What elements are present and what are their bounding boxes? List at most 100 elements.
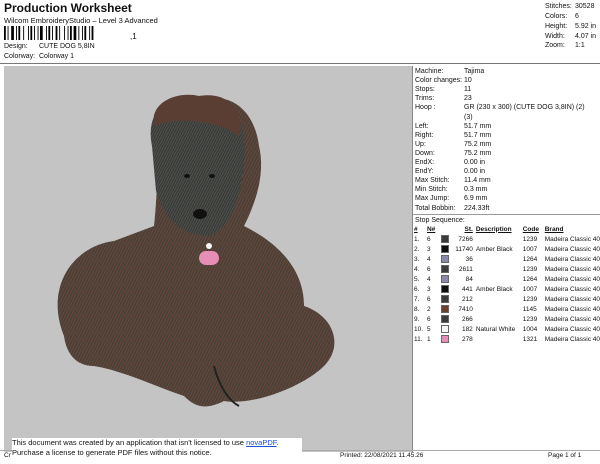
stop-sequence-heading: Stop Sequence:: [415, 217, 465, 224]
thread-description: [476, 334, 523, 344]
thread-brand: Madeira Classic 40: [544, 245, 600, 253]
color-swatch: [440, 274, 451, 284]
width-label: Width:: [545, 33, 565, 40]
row-number: 11.: [414, 335, 423, 343]
info-value: (3): [464, 113, 473, 121]
swatch-box: [440, 335, 449, 343]
barcode-bar: [4, 26, 6, 40]
thread-brand: Madeira Classic 40: [544, 255, 600, 263]
stitch-count: 11740: [455, 245, 473, 253]
barcode-bar: [59, 26, 61, 40]
needle-number: 6: [426, 265, 431, 273]
thread-brand: Madeira Classic 40: [544, 235, 600, 243]
colors-label: Colors:: [545, 13, 568, 20]
needle-number: 1: [426, 335, 431, 343]
info-label: Down:: [415, 149, 435, 157]
info-value: 0.3 mm: [464, 186, 488, 194]
info-label: Right:: [415, 131, 434, 139]
color-swatch: [440, 284, 451, 294]
thread-description: Amber Black: [475, 245, 513, 253]
info-row: Up: 75.2 mm: [415, 141, 491, 148]
table-row: 11. 1 278 1321 Madeira Classic 40: [414, 334, 600, 344]
height-value: 5.92 in: [575, 23, 597, 30]
swatch-box: [440, 265, 449, 273]
width-value: 4.07 in: [575, 33, 597, 40]
table-row: 9. 6 266 1239 Madeira Classic 40: [414, 314, 600, 324]
color-swatch: [440, 324, 451, 334]
color-swatch: [440, 334, 451, 344]
needle-number: 2: [426, 305, 431, 313]
barcode-bar: [18, 26, 21, 40]
zoom-row: Zoom: 1:1: [545, 42, 585, 49]
design-preview[interactable]: [4, 66, 412, 452]
needle-number: 4: [426, 275, 431, 283]
info-row: Total Bobbin: 224.33ft: [415, 205, 489, 212]
barcode-bar: [34, 26, 35, 40]
thread-code: 1239: [522, 265, 538, 273]
barcode-bar: [16, 26, 17, 40]
col-swatch: [441, 224, 451, 234]
stitch-count: 36: [465, 255, 473, 263]
col-description: Description: [475, 225, 512, 233]
barcode-bar: [55, 26, 58, 40]
footer-left: Cr: [4, 452, 11, 459]
colors-value: 6: [575, 13, 579, 20]
table-row: 8. 2 7410 1145 Madeira Classic 40: [414, 304, 600, 314]
thread-brand: Madeira Classic 40: [544, 295, 600, 303]
info-row: Left: 51.7 mm: [415, 123, 491, 130]
table-row: 7. 6 212 1239 Madeira Classic 40: [414, 294, 600, 304]
info-value: 6.9 mm: [464, 195, 488, 203]
thread-description: [476, 234, 523, 244]
barcode: [4, 26, 94, 40]
color-swatch: [440, 264, 451, 274]
table-row: 6. 3 441 Amber Black 1007 Madeira Classic 40: [414, 284, 600, 294]
design-row: Design: CUTE DOG 5,8IN: [4, 43, 95, 50]
stitches-row: Stitches: 30528: [545, 3, 594, 10]
info-value: 51.7 mm: [464, 131, 492, 139]
stitch-count: 7266: [458, 235, 473, 243]
info-value: 11.4 mm: [464, 177, 491, 185]
info-value: 23: [464, 95, 472, 103]
info-row: Down: 75.2 mm: [415, 149, 491, 157]
table-row: 5. 4 84 1264 Madeira Classic 40: [414, 274, 600, 284]
info-row: EndX: 0.00 in: [415, 159, 485, 166]
novapdf-link[interactable]: novaPDF: [246, 438, 276, 447]
stitch-count: 182: [461, 325, 473, 333]
info-row: Max Jump: 6.9 mm: [415, 195, 487, 202]
needle-number: 5: [426, 325, 431, 333]
color-swatch: [440, 244, 451, 254]
info-row: Color changes: 10: [415, 77, 472, 85]
app-name: Wilcom EmbroideryStudio – Level 3 Advanc…: [4, 16, 158, 25]
info-label: Color changes:: [415, 77, 463, 85]
swatch-box: [440, 285, 449, 293]
thread-code: 1239: [522, 235, 538, 243]
thread-code: 1007: [522, 285, 538, 293]
info-label: Min Stitch:: [415, 186, 448, 194]
info-label: Hoop :: [415, 104, 436, 112]
color-swatch: [440, 314, 451, 324]
height-row: Height: 5.92 in: [545, 23, 596, 30]
colorway-row: Colorway: Colorway 1: [4, 53, 74, 60]
barcode-bar: [28, 26, 29, 40]
barcode-bar: [37, 26, 39, 40]
thread-description: [476, 304, 523, 314]
stitch-count: 7410: [458, 305, 473, 313]
barcode-bar: [91, 26, 94, 40]
col-number: #: [414, 225, 418, 233]
row-number: 2.: [414, 245, 420, 253]
thread-description: [476, 264, 523, 274]
barcode-bar: [82, 26, 83, 40]
needle-number: 3: [426, 285, 431, 293]
needle-number: 4: [426, 255, 431, 263]
info-label: Max Stitch:: [415, 177, 450, 185]
info-label: EndY:: [415, 168, 434, 176]
needle-number: 6: [426, 235, 431, 243]
thread-description: [476, 294, 523, 304]
stitch-count: 2611: [458, 265, 473, 273]
barcode-suffix: ,1: [130, 32, 137, 41]
info-value: 10: [464, 77, 472, 85]
thread-brand: Madeira Classic 40: [544, 335, 600, 343]
info-value: 75.2 mm: [464, 140, 492, 148]
design-label: Design:: [4, 43, 28, 50]
thread-description: Amber Black: [475, 285, 513, 293]
